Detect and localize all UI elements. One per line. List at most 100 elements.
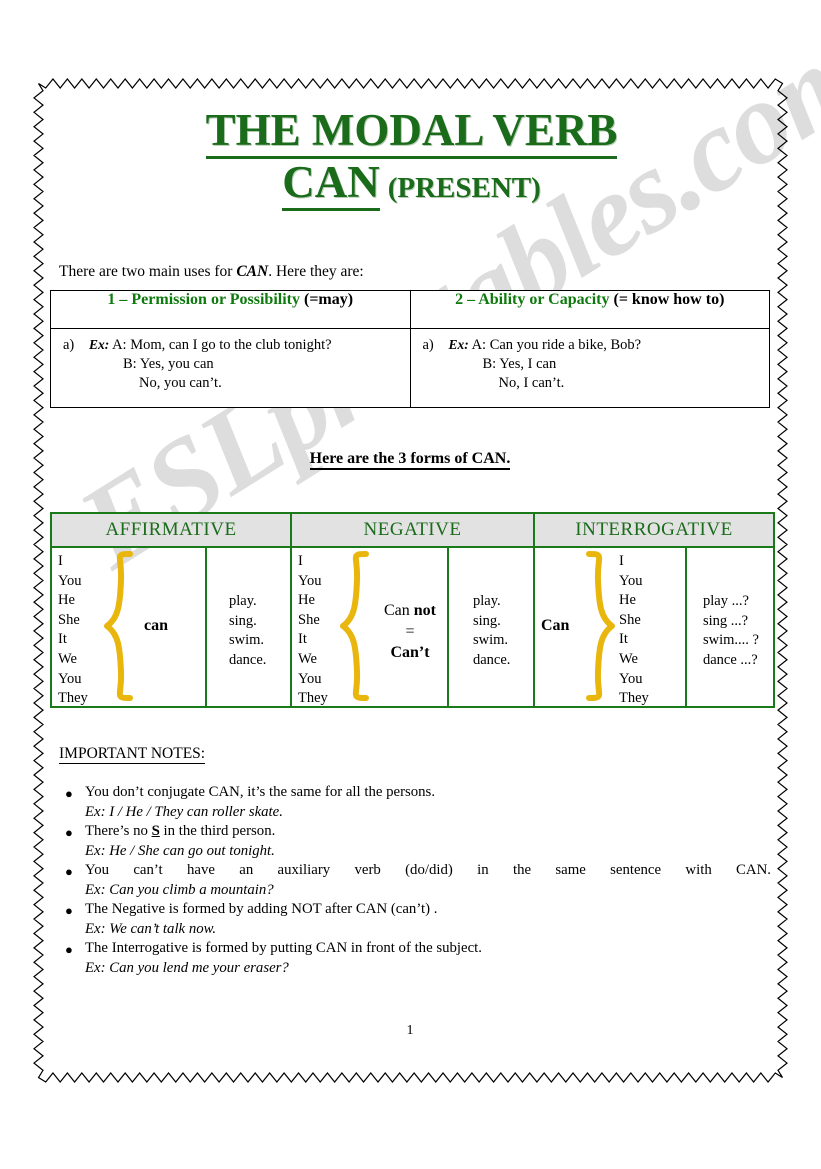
note-item: ● The Interrogative is formed by putting… xyxy=(59,939,771,978)
title-can-word: CAN xyxy=(282,156,380,211)
curly-brace-icon xyxy=(340,550,374,702)
forms-table-body-row: I You He She It We You They can play. si… xyxy=(50,546,775,709)
pronoun-item: You xyxy=(298,670,322,687)
negative-modal-stack: Can not = Can’t xyxy=(372,600,448,663)
negative-subject-cell: I You He She It We You They Can not = Ca… xyxy=(290,546,449,709)
uses-table: 1 – Permission or Possibility (=may) 2 –… xyxy=(50,290,770,408)
affirmative-subject-cell: I You He She It We You They can xyxy=(50,546,207,709)
pronoun-item: They xyxy=(298,690,328,707)
verb-item: dance. xyxy=(473,651,511,668)
note-main-after: in the third person. xyxy=(159,823,276,839)
uses-marker-1: a) xyxy=(63,337,75,353)
pronoun-item: I xyxy=(58,553,63,569)
pronoun-item: We xyxy=(619,650,638,667)
uses-header-cell-1: 1 – Permission or Possibility (=may) xyxy=(50,290,411,329)
uses-body-cell-2: a) Ex: A: Can you ride a bike, Bob? B: Ye… xyxy=(409,328,770,408)
affirmative-modal-can: can xyxy=(144,617,168,634)
uses-example-line-1a: a) Ex: A: Mom, can I go to the club tonig… xyxy=(51,337,410,354)
note-main-before: The Negative is formed by adding NOT aft… xyxy=(85,901,438,917)
negative-contraction: Can’t xyxy=(390,644,430,661)
uses-line3-2: No, I can’t. xyxy=(498,375,565,391)
note-example-text: Ex: We can’t talk now. xyxy=(85,920,217,937)
note-main-text: You can’t have an auxiliary verb (do/did… xyxy=(85,861,771,881)
forms-table: AFFIRMATIVE NEGATIVE INTERROGATIVE I You… xyxy=(50,512,775,708)
intro-after: . Here they are: xyxy=(268,263,364,280)
forms-table-header-row: AFFIRMATIVE NEGATIVE INTERROGATIVE xyxy=(50,512,775,548)
pronoun-item: You xyxy=(619,572,643,589)
note-item: ● You can’t have an auxiliary verb (do/d… xyxy=(59,861,771,900)
bullet-icon: ● xyxy=(65,903,73,918)
uses-heading-plain-1: (=may) xyxy=(303,291,354,308)
pronoun-item: You xyxy=(298,572,322,589)
uses-line1-2: A: Can you ride a bike, Bob? xyxy=(471,337,642,353)
uses-line1-1: A: Mom, can I go to the club tonight? xyxy=(112,337,332,353)
note-main-before: You don’t conjugate CAN, it’s the same f… xyxy=(85,784,436,800)
page-title: THE MODAL VERB CAN (PRESENT) xyxy=(50,105,773,211)
pronoun-item: We xyxy=(58,650,77,667)
note-item: ● You don’t conjugate CAN, it’s the same… xyxy=(59,783,771,822)
pronoun-item: She xyxy=(58,611,80,628)
notes-list: ● You don’t conjugate CAN, it’s the same… xyxy=(59,783,771,978)
note-example-text: Ex: I / He / They can roller skate. xyxy=(85,803,283,820)
note-main-before: The Interrogative is formed by putting C… xyxy=(85,940,482,956)
title-present-word: (PRESENT) xyxy=(387,171,541,204)
notes-title-text: IMPORTANT NOTES: xyxy=(59,745,206,764)
notes-title: IMPORTANT NOTES: xyxy=(59,745,206,764)
curly-brace-icon xyxy=(104,550,138,702)
intro-before: There are two main uses for xyxy=(59,263,237,280)
negative-verb-cell: play. sing. swim. dance. xyxy=(447,546,535,708)
verb-item: sing ...? xyxy=(703,612,749,629)
pronoun-item: It xyxy=(298,631,307,648)
title-line-2: CAN (PRESENT) xyxy=(50,156,773,211)
note-item: ● There’s no S in the third person. Ex: … xyxy=(59,822,771,861)
negative-pronoun-list: I You He She It We You They xyxy=(298,552,328,709)
note-underlined-word: S xyxy=(151,823,160,839)
verb-item: play ...? xyxy=(703,593,749,609)
verb-item: dance. xyxy=(229,651,267,668)
pronoun-item: You xyxy=(58,670,82,687)
pronoun-item: They xyxy=(619,690,649,707)
note-item: ● The Negative is formed by adding NOT a… xyxy=(59,900,771,939)
verb-item: sing. xyxy=(473,612,501,629)
pronoun-item: I xyxy=(619,553,624,569)
note-example-text: Ex: Can you lend me your eraser? xyxy=(85,959,289,976)
uses-ex-label-1: Ex: xyxy=(89,337,110,352)
note-main-text: You don’t conjugate CAN, it’s the same f… xyxy=(85,783,771,803)
pronoun-item: It xyxy=(58,631,67,648)
uses-heading-strong-1: 1 – Permission or Possibility xyxy=(107,291,300,308)
affirmative-verb-list: play. sing. swim. dance. xyxy=(229,592,266,670)
uses-table-header-row: 1 – Permission or Possibility (=may) 2 –… xyxy=(50,290,770,329)
forms-section-heading: Here are the 3 forms of CAN. xyxy=(50,450,770,470)
note-main-before: There’s no xyxy=(85,823,152,839)
pronoun-item: You xyxy=(619,670,643,687)
curly-brace-icon xyxy=(581,550,615,702)
uses-header-cell-2: 2 – Ability or Capacity (= know how to) xyxy=(409,290,770,329)
pronoun-item: She xyxy=(619,611,641,628)
negative-verb-list: play. sing. swim. dance. xyxy=(473,592,510,670)
uses-line2-1: B: Yes, you can xyxy=(123,356,214,372)
verb-item: play. xyxy=(229,593,257,609)
uses-marker-2: a) xyxy=(422,337,434,353)
uses-line2-2: B: Yes, I can xyxy=(482,356,557,372)
note-main-before: You can’t have an auxiliary verb (do/did… xyxy=(85,862,771,878)
affirmative-pronoun-list: I You He She It We You They xyxy=(58,552,88,709)
title-line-1: THE MODAL VERB xyxy=(50,105,773,159)
negative-modal-line: Can not xyxy=(372,600,448,621)
verb-item: play. xyxy=(473,593,501,609)
verb-item: swim.... ? xyxy=(703,632,759,649)
pronoun-item: They xyxy=(58,690,88,707)
note-example-text: Ex: He / She can go out tonight. xyxy=(85,842,275,859)
pronoun-item: It xyxy=(619,631,628,648)
note-example-text: Ex: Can you climb a mountain? xyxy=(85,881,274,898)
uses-body-cell-1: a) Ex: A: Mom, can I go to the club tonig… xyxy=(50,328,411,408)
note-main-text: The Interrogative is formed by putting C… xyxy=(85,939,771,959)
negative-modal-can: Can xyxy=(383,602,410,619)
uses-ex-label-2: Ex: xyxy=(448,337,469,352)
pronoun-item: We xyxy=(298,650,317,667)
interrogative-subject-cell: Can I You He She It We You They xyxy=(533,546,687,708)
affirmative-verb-cell: play. sing. swim. dance. xyxy=(205,546,292,708)
forms-header-affirmative: AFFIRMATIVE xyxy=(50,512,292,548)
note-main-text: The Negative is formed by adding NOT aft… xyxy=(85,900,771,920)
interrogative-verb-cell: play ...? sing ...? swim.... ? dance ...… xyxy=(685,546,775,708)
forms-header-interrogative: INTERROGATIVE xyxy=(533,512,775,548)
